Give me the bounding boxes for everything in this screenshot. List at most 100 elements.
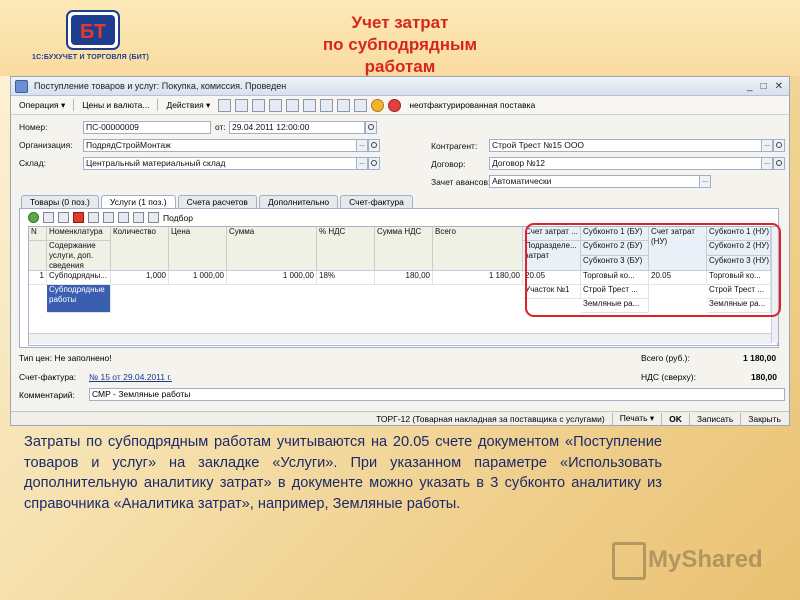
close-icon[interactable]: ✕ [775, 81, 783, 92]
select-button[interactable]: Подбор [163, 213, 193, 223]
unbilled-delivery-label[interactable]: неотфактурированная поставка [405, 98, 539, 112]
contract-select-button[interactable]: ... [761, 157, 773, 170]
operation-menu[interactable]: Операция ▾ [15, 98, 69, 113]
structure-icon[interactable] [337, 98, 351, 112]
col-header-blank [29, 241, 47, 271]
warehouse-open-icon[interactable] [368, 157, 380, 170]
document-window: Поступление товаров и услуг: Покупка, ко… [10, 76, 790, 426]
grid-toolbar: Подбор [28, 212, 193, 223]
sort-asc-icon[interactable] [133, 212, 144, 223]
delete-row-icon[interactable] [73, 212, 84, 223]
maximize-icon[interactable]: □ [761, 81, 767, 92]
warehouse-select-button[interactable]: ... [356, 157, 368, 170]
warehouse-field[interactable]: Центральный материальный склад [83, 157, 359, 170]
contract-label: Договор: [431, 159, 466, 169]
comment-field[interactable]: СМР - Земляные работы [89, 388, 785, 401]
contract-open-icon[interactable] [773, 157, 785, 170]
advance-select-button[interactable]: ... [699, 175, 711, 188]
counterparty-select-button[interactable]: ... [761, 139, 773, 152]
presentation-icon [612, 542, 646, 580]
row-price[interactable]: 1 000,00 [169, 271, 227, 285]
row-total[interactable]: 1 180,00 [433, 271, 523, 285]
sort-desc-icon[interactable] [148, 212, 159, 223]
logo-text: 1С:БУХУЧЕТ И ТОРГОВЛЯ (БИТ) [32, 54, 150, 61]
total-label: Всего (руб.): [641, 353, 690, 363]
company-logo: БТ 1С:БУХУЧЕТ И ТОРГОВЛЯ (БИТ) [32, 8, 152, 68]
price-type-text[interactable]: Тип цен: Не заполнено! [19, 353, 112, 363]
col-header-total[interactable]: Всего [433, 227, 523, 271]
contract-field[interactable]: Договор №12 [489, 157, 763, 170]
row-qty[interactable]: 1,000 [111, 271, 169, 285]
row-vat-rate[interactable]: 18% [317, 271, 375, 285]
col-header-sum[interactable]: Сумма [227, 227, 317, 271]
edit-icon[interactable] [252, 98, 266, 112]
watermark: MyShared [612, 538, 772, 582]
date-field[interactable]: 29.04.2011 12:00:00 [229, 121, 365, 134]
grid-horizontal-scrollbar[interactable] [29, 333, 771, 344]
row-content[interactable]: Субподрядные работы [47, 285, 111, 313]
col-header-n[interactable]: N [29, 227, 47, 241]
col-header-content[interactable]: Содержание услуги, доп. сведения [47, 241, 111, 271]
row-n[interactable]: 1 [29, 271, 47, 285]
organization-field[interactable]: ПодрядСтройМонтаж [83, 139, 359, 152]
copy-row-icon[interactable] [43, 212, 54, 223]
print-menu[interactable]: Печать ▾ [618, 413, 656, 424]
tab-invoice[interactable]: Счет-фактура [340, 195, 413, 208]
col-header-vat-rate[interactable]: % НДС [317, 227, 375, 271]
calendar-icon[interactable] [365, 121, 377, 134]
counterparty-open-icon[interactable] [773, 139, 785, 152]
end-edit-icon[interactable] [88, 212, 99, 223]
move-down-icon[interactable] [118, 212, 129, 223]
tab-settlement-accounts[interactable]: Счета расчетов [177, 195, 257, 208]
toolbar-separator [157, 99, 159, 111]
total-value: 1 180,00 [743, 353, 777, 363]
minimize-icon[interactable]: _ [747, 81, 753, 92]
ok-button[interactable]: OK [667, 414, 684, 424]
invoice-label: Счет-фактура: [19, 372, 77, 382]
window-title: Поступление товаров и услуг: Покупка, ко… [34, 81, 287, 91]
col-header-nomenclature[interactable]: Номенклатура [47, 227, 111, 241]
toolbar-separator [661, 412, 663, 425]
row-vat-sum[interactable]: 180,00 [375, 271, 433, 285]
torg12-print-button[interactable]: ТОРГ-12 (Товарная накладная за поставщик… [374, 414, 607, 424]
settings-icon[interactable] [354, 98, 368, 112]
counterparty-field[interactable]: Строй Трест №15 ООО [489, 139, 763, 152]
save-button[interactable]: Записать [695, 414, 735, 424]
col-header-price[interactable]: Цена [169, 227, 227, 271]
edit-row-icon[interactable] [58, 212, 69, 223]
goto-icon[interactable] [303, 98, 317, 112]
advance-label: Зачет авансов: [431, 177, 491, 187]
invoice-link[interactable]: № 15 от 29.04.2011 г. [89, 372, 172, 382]
prices-button[interactable]: Цены и валюта... [78, 98, 153, 112]
advance-field[interactable]: Автоматически [489, 175, 701, 188]
add-row-icon[interactable] [28, 212, 39, 223]
document-icon [15, 79, 28, 93]
window-action-bar: ТОРГ-12 (Товарная накладная за поставщик… [11, 411, 789, 425]
unpost-icon[interactable] [235, 98, 249, 112]
actions-menu[interactable]: Действия ▾ [162, 98, 214, 113]
post-icon[interactable] [218, 98, 232, 112]
help-icon[interactable] [371, 98, 385, 112]
col-header-qty[interactable]: Количество [111, 227, 169, 271]
refresh-icon[interactable] [286, 98, 300, 112]
copy-icon[interactable] [269, 98, 283, 112]
col-header-vat-sum[interactable]: Сумма НДС [375, 227, 433, 271]
tab-additional[interactable]: Дополнительно [258, 195, 339, 208]
movements-icon[interactable] [320, 98, 334, 112]
row-sum[interactable]: 1 000,00 [227, 271, 317, 285]
move-up-icon[interactable] [103, 212, 114, 223]
number-field[interactable]: ПС-00000009 [83, 121, 211, 134]
window-controls: _ □ ✕ [747, 81, 789, 92]
title-line-1: Учет затрат [351, 13, 449, 32]
row-nomenclature[interactable]: Субподрядны... [47, 271, 111, 285]
vat-value: 180,00 [751, 372, 777, 382]
organization-select-button[interactable]: ... [356, 139, 368, 152]
close-button[interactable]: Закрыть [746, 414, 783, 424]
organization-open-icon[interactable] [368, 139, 380, 152]
tab-services[interactable]: Услуги (1 поз.) [100, 195, 176, 208]
logo-mark-icon: БТ [66, 10, 120, 50]
comment-label: Комментарий: [19, 390, 75, 400]
slide-title: Учет затрат по субподрядным работам [300, 12, 500, 78]
window-titlebar: Поступление товаров и услуг: Покупка, ко… [11, 77, 789, 96]
tab-goods[interactable]: Товары (0 поз.) [21, 195, 99, 208]
